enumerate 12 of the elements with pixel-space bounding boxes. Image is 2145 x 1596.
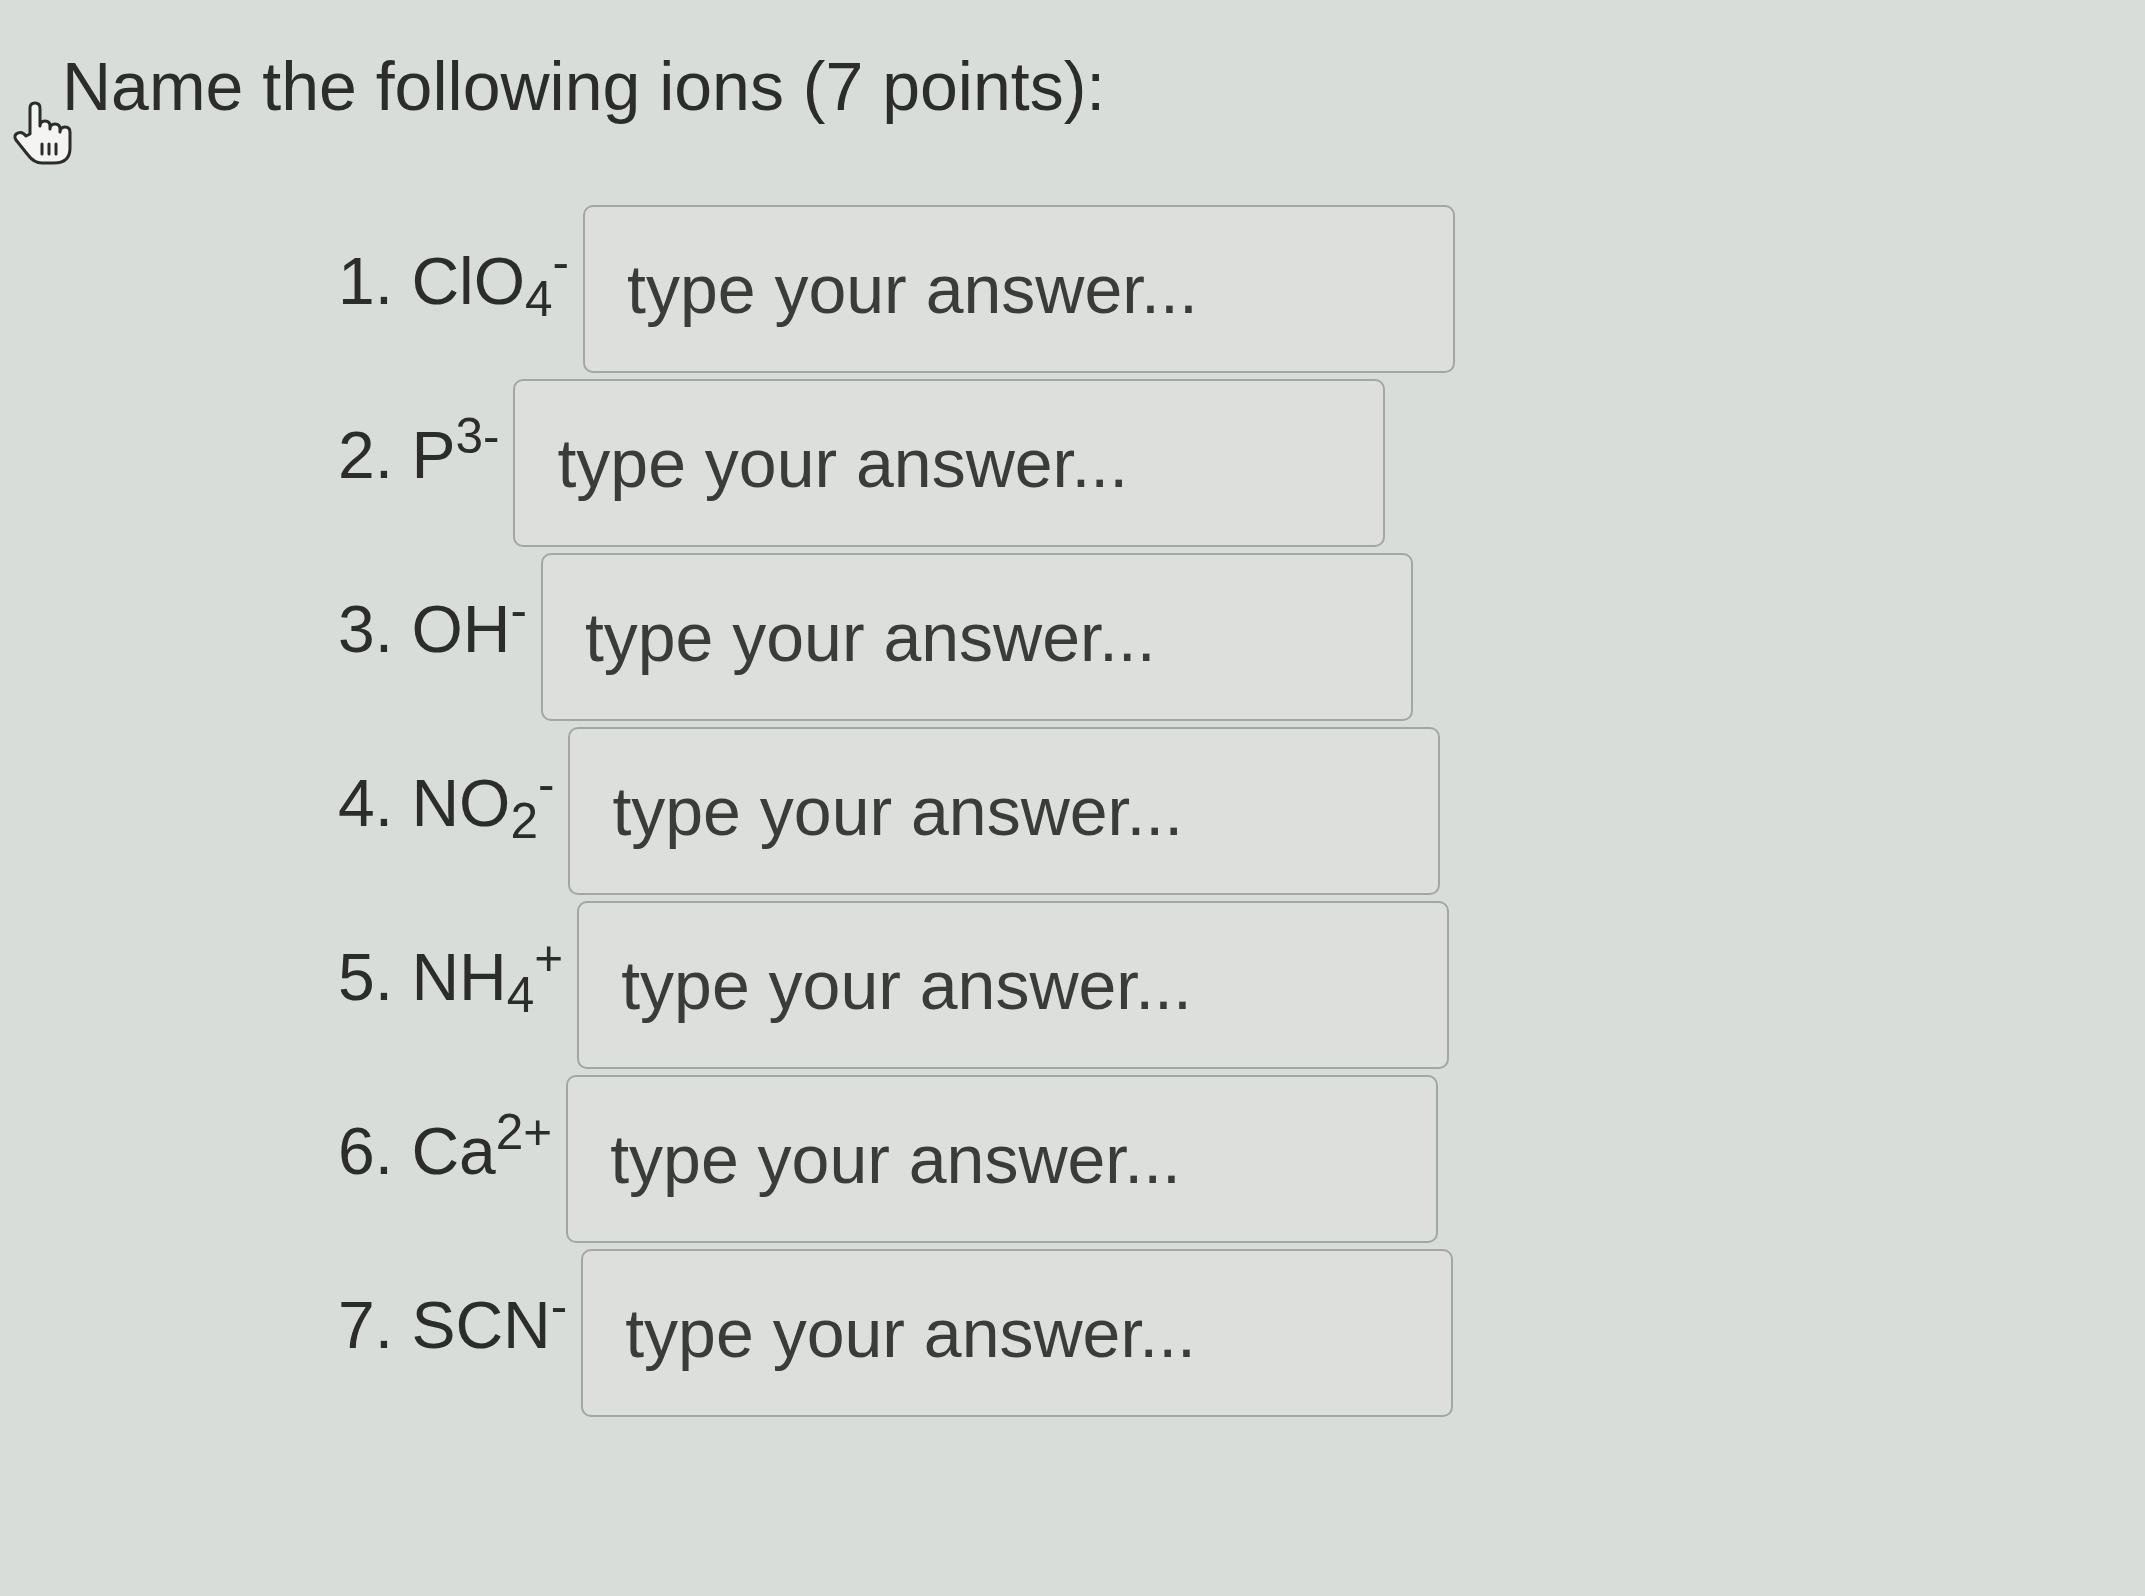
ion-label: 7. SCN$^{-}$	[338, 1285, 568, 1364]
answer-field[interactable]: type your answer...	[540, 553, 1413, 721]
answer-field[interactable]: type your answer...	[581, 1249, 1454, 1417]
question-heading: Name the following ions (7 points):	[62, 47, 1106, 126]
answer-field[interactable]: type your answer...	[568, 727, 1441, 895]
ion-label: 6. Ca$^{2+}$	[338, 1111, 553, 1190]
ion-label: 3. OH$^{-}$	[338, 589, 527, 668]
ion-label: 2. P$^{3-}$	[338, 415, 500, 494]
answer-field[interactable]: type your answer...	[577, 901, 1450, 1069]
answer-field[interactable]: type your answer...	[583, 205, 1456, 373]
answer-field[interactable]: type your answer...	[513, 379, 1386, 547]
answer-field[interactable]: type your answer...	[566, 1075, 1439, 1243]
